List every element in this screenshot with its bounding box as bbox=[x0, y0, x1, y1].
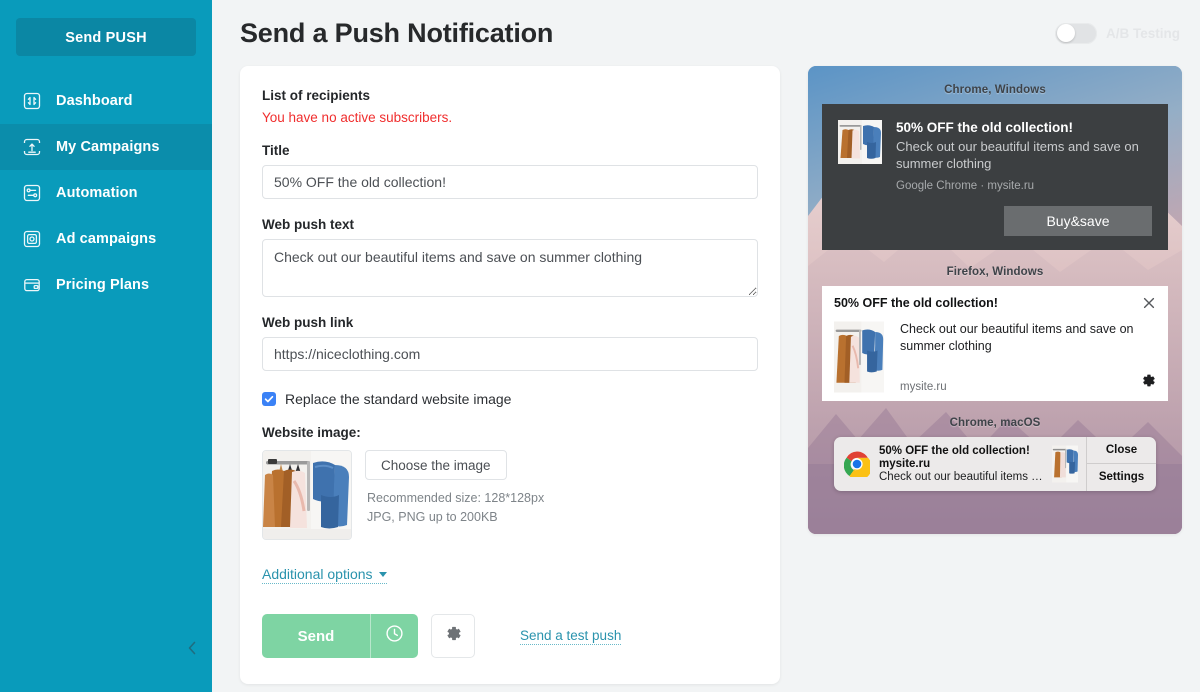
website-image-controls: Choose the image Recommended size: 128*1… bbox=[365, 450, 544, 526]
preview-caption-firefox-windows: Firefox, Windows bbox=[946, 265, 1044, 278]
notification-text: Check out our beautiful items and save o… bbox=[896, 139, 1139, 172]
notification-thumbnail bbox=[838, 120, 882, 164]
notification-text: Check out our beautiful items a… bbox=[879, 470, 1043, 483]
sidebar: Send PUSH Dashboard My Campaigns Automat… bbox=[0, 0, 212, 692]
ab-testing-label: A/B Testing bbox=[1106, 25, 1180, 41]
notification-title: 50% OFF the old collection! bbox=[834, 295, 998, 310]
website-image-row: Choose the image Recommended size: 128*1… bbox=[262, 450, 758, 540]
website-image-thumbnail[interactable] bbox=[262, 450, 352, 540]
sidebar-nav: Dashboard My Campaigns Automation Ad cam… bbox=[0, 78, 212, 308]
notification-text: Check out our beautiful items and save o… bbox=[900, 321, 1134, 354]
notification-thumbnail bbox=[834, 320, 884, 393]
replace-image-row[interactable]: Replace the standard website image bbox=[262, 391, 758, 407]
notification-site: mysite.ru bbox=[879, 457, 931, 470]
sidebar-item-label: Pricing Plans bbox=[56, 277, 150, 293]
web-push-link-label: Web push link bbox=[262, 315, 354, 330]
notification-site: mysite.ru bbox=[900, 380, 947, 393]
web-push-text-input[interactable] bbox=[262, 239, 758, 297]
send-settings-button[interactable] bbox=[431, 614, 475, 658]
topbar: Send a Push Notification A/B Testing bbox=[212, 0, 1200, 66]
notification-chrome-windows[interactable]: 50% OFF the old collection! Check out ou… bbox=[822, 104, 1168, 250]
campaigns-icon bbox=[22, 137, 42, 157]
sidebar-collapse-button[interactable] bbox=[0, 640, 212, 656]
close-icon[interactable] bbox=[1142, 296, 1156, 315]
choose-image-button[interactable]: Choose the image bbox=[365, 450, 507, 480]
notification-meta: Google Chrome · mysite.ru bbox=[896, 179, 1035, 192]
chevron-down-icon bbox=[378, 571, 387, 577]
notification-action-button[interactable]: Buy&save bbox=[1004, 205, 1152, 236]
ad-campaigns-icon bbox=[22, 229, 42, 249]
form-actions: Send Send a test push bbox=[262, 614, 758, 658]
schedule-send-button[interactable] bbox=[371, 614, 418, 658]
notification-thumbnail bbox=[1052, 445, 1078, 483]
web-push-link-input[interactable] bbox=[262, 337, 758, 371]
mac-close-button[interactable]: Close bbox=[1087, 437, 1156, 464]
automation-icon bbox=[22, 183, 42, 203]
mac-settings-button[interactable]: Settings bbox=[1087, 463, 1156, 491]
recipients-label: List of recipients bbox=[262, 88, 371, 103]
additional-options-toggle[interactable]: Additional options bbox=[262, 566, 387, 584]
dashboard-icon bbox=[22, 91, 42, 111]
preview-caption-chrome-windows: Chrome, Windows bbox=[944, 84, 1046, 96]
notification-title: 50% OFF the old collection! bbox=[896, 120, 1074, 135]
send-button[interactable]: Send bbox=[262, 614, 370, 658]
title-input[interactable] bbox=[262, 165, 758, 199]
push-form-card: List of recipients You have no active su… bbox=[240, 66, 780, 684]
chevron-left-icon bbox=[186, 640, 198, 656]
image-hint-size: Recommended size: 128*128px bbox=[367, 491, 545, 505]
sidebar-item-pricing-plans[interactable]: Pricing Plans bbox=[0, 262, 212, 308]
replace-image-label: Replace the standard website image bbox=[285, 391, 512, 407]
notification-title: 50% OFF the old collection! bbox=[879, 444, 1030, 457]
clock-icon bbox=[385, 624, 404, 648]
sidebar-item-automation[interactable]: Automation bbox=[0, 170, 212, 216]
sidebar-item-label: Automation bbox=[56, 185, 138, 201]
gear-icon[interactable] bbox=[1141, 373, 1156, 393]
ab-testing-control[interactable]: A/B Testing bbox=[1055, 22, 1180, 44]
recipients-error: You have no active subscribers. bbox=[262, 110, 453, 125]
send-push-button[interactable]: Send PUSH bbox=[16, 18, 196, 56]
preview-caption-chrome-macos: Chrome, macOS bbox=[949, 416, 1041, 429]
website-image-label: Website image: bbox=[262, 425, 361, 440]
gear-icon bbox=[445, 625, 462, 647]
image-hint-format: JPG, PNG up to 200KB bbox=[367, 510, 498, 525]
sidebar-item-my-campaigns[interactable]: My Campaigns bbox=[0, 124, 212, 170]
toggle-knob bbox=[1056, 24, 1075, 42]
replace-image-checkbox[interactable] bbox=[262, 392, 276, 406]
preview-content: Chrome, Windows 50% OFF the old collecti… bbox=[808, 66, 1182, 491]
additional-options-label: Additional options bbox=[262, 566, 373, 582]
title-label: Title bbox=[262, 143, 290, 158]
chrome-logo-icon bbox=[843, 451, 872, 480]
web-push-text-label: Web push text bbox=[262, 217, 355, 232]
notification-preview-panel: Chrome, Windows 50% OFF the old collecti… bbox=[808, 66, 1182, 534]
sidebar-item-label: My Campaigns bbox=[56, 139, 160, 155]
content-row: List of recipients You have no active su… bbox=[212, 66, 1200, 684]
notification-firefox-windows[interactable]: 50% OFF the old collection! Check out ou… bbox=[822, 285, 1168, 401]
page-title: Send a Push Notification bbox=[240, 17, 554, 48]
send-test-push-link[interactable]: Send a test push bbox=[520, 628, 622, 645]
ab-testing-toggle[interactable] bbox=[1055, 22, 1097, 44]
send-button-group: Send bbox=[262, 614, 418, 658]
sidebar-item-label: Ad campaigns bbox=[56, 231, 157, 247]
sidebar-item-ad-campaigns[interactable]: Ad campaigns bbox=[0, 216, 212, 262]
sidebar-item-label: Dashboard bbox=[56, 93, 133, 109]
app-root: Send PUSH Dashboard My Campaigns Automat… bbox=[0, 0, 1200, 692]
main-area: Send a Push Notification A/B Testing Lis… bbox=[212, 0, 1200, 692]
pricing-icon bbox=[22, 275, 42, 295]
notification-chrome-macos[interactable]: 50% OFF the old collection! mysite.ru Ch… bbox=[834, 436, 1156, 491]
sidebar-item-dashboard[interactable]: Dashboard bbox=[0, 78, 212, 124]
